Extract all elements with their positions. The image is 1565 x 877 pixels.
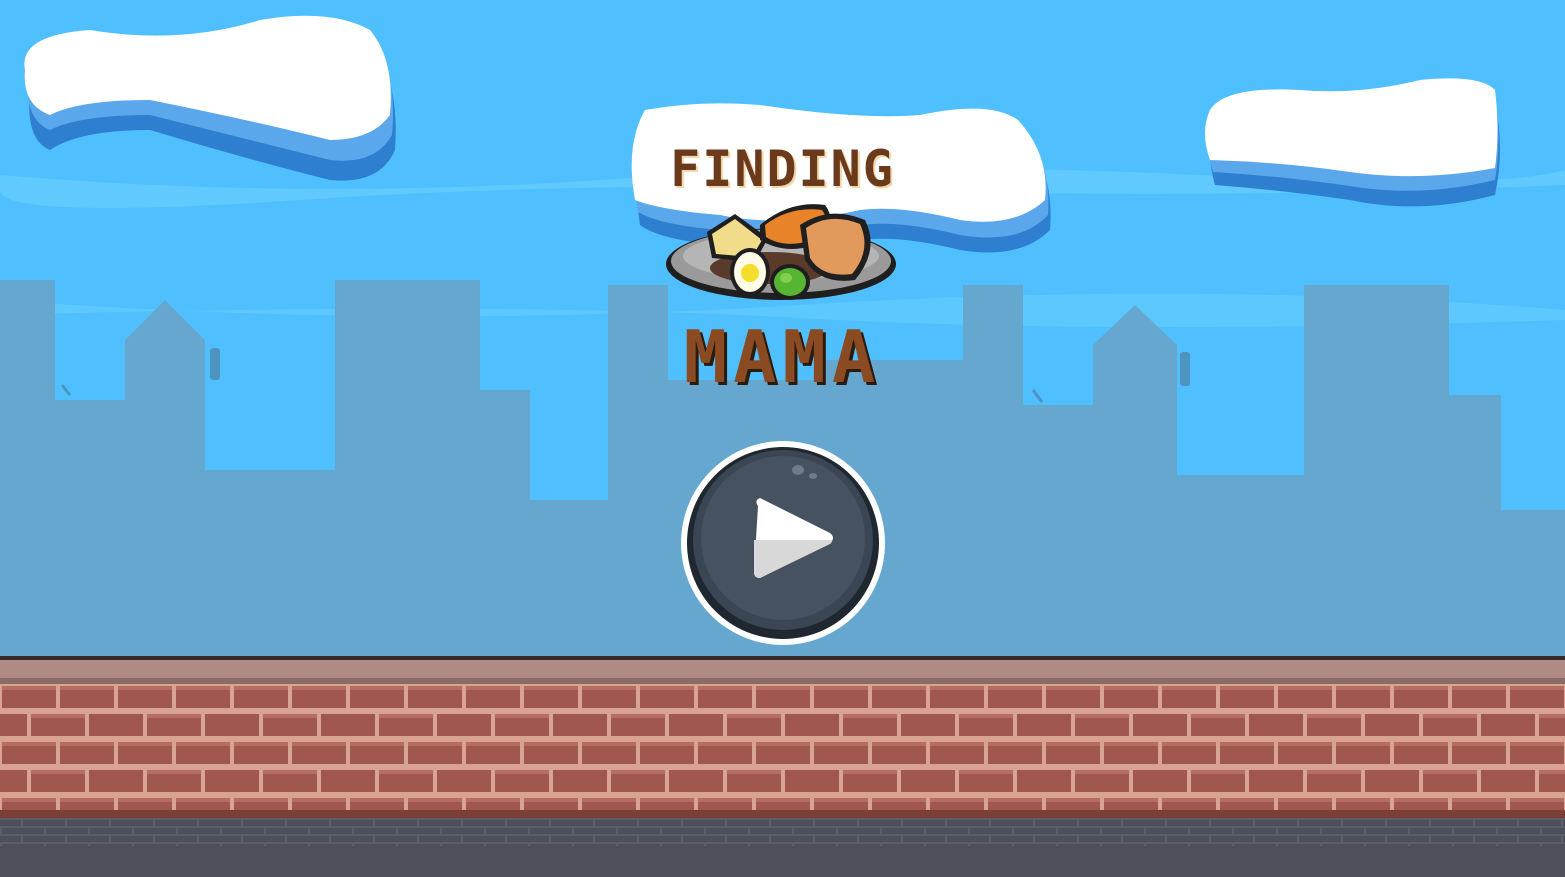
background-scene bbox=[0, 0, 1565, 877]
game-title-screen: FINDING MAMA bbox=[0, 0, 1565, 877]
brick-wall bbox=[0, 684, 1565, 818]
play-button-graphic bbox=[681, 441, 885, 645]
game-title-bottom: MAMA bbox=[683, 315, 882, 399]
play-button[interactable] bbox=[680, 440, 886, 646]
game-title-top: FINDING bbox=[670, 140, 895, 198]
